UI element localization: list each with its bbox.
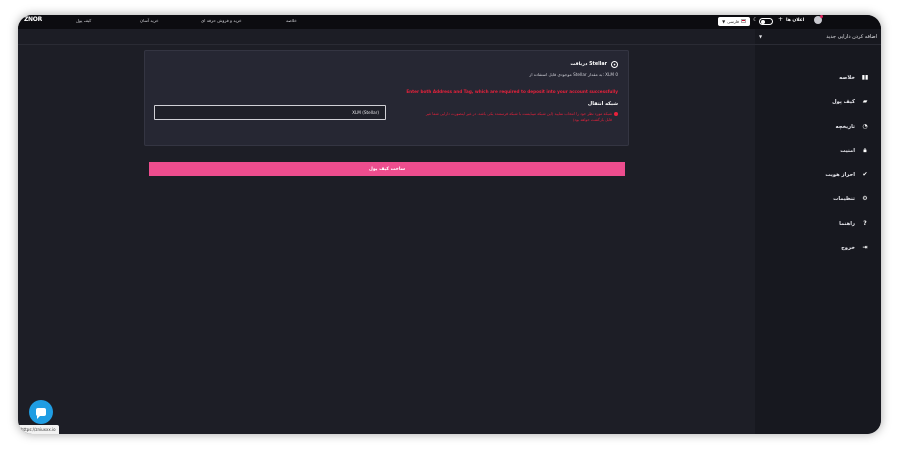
alert-icon xyxy=(614,112,618,116)
chevron-down-icon: ▼ xyxy=(759,34,763,39)
lock-icon: 🔒︎ xyxy=(863,147,867,154)
sidebar-item-security[interactable]: امنیت 🔒︎ xyxy=(840,147,869,155)
wallet-icon: ▰ xyxy=(862,98,868,105)
sidebar-item-verification[interactable]: احراز هویت ✔ xyxy=(825,171,869,178)
logout-icon: ⇥ xyxy=(862,244,868,251)
create-wallet-button[interactable]: ساخت کیف پول xyxy=(149,162,625,176)
plus-icon[interactable]: + xyxy=(778,16,783,23)
sidebar-item-settings[interactable]: تنظیمات ⚙ xyxy=(833,195,869,202)
sidebar-item-label: احراز هویت xyxy=(825,171,855,178)
language-label: فارسی xyxy=(727,18,739,24)
history-icon: ◔ xyxy=(862,123,868,130)
stellar-icon: ✦ xyxy=(611,61,618,68)
theme-toggle[interactable] xyxy=(759,18,773,25)
add-asset-dropdown[interactable]: ▼ اضافه کردن دارایی جدید xyxy=(755,29,881,45)
sidebar-item-help[interactable]: راهنما ? xyxy=(839,220,869,227)
tag-warning: Enter both Address and Tag, which are re… xyxy=(406,89,618,94)
sidebar-item-label: خروج xyxy=(841,244,855,251)
sidebar-item-label: امنیت xyxy=(840,148,855,154)
sidebar-item-wallet[interactable]: کیف پول ▰ xyxy=(832,98,869,105)
nav-summary[interactable]: خلاصه xyxy=(286,18,297,23)
sidebar-item-label: تاریخچه xyxy=(835,123,855,130)
app-window: ZNOR کیف پول خرید آسان خرید و فروش حرفه … xyxy=(18,15,881,434)
sidebar: ▼ اضافه کردن دارایی جدید خلاصه ▮▮ کیف پو… xyxy=(755,29,881,434)
logo[interactable]: ZNOR xyxy=(24,16,42,23)
sidebar-item-label: تنظیمات xyxy=(833,195,855,202)
sidebar-item-summary[interactable]: خلاصه ▮▮ xyxy=(839,74,869,81)
help-icon: ? xyxy=(863,220,867,227)
sidebar-item-logout[interactable]: خروج ⇥ xyxy=(841,244,869,251)
top-navbar: ZNOR کیف پول خرید آسان خرید و فروش حرفه … xyxy=(18,15,881,29)
notifications-label[interactable]: اعلان ها xyxy=(786,18,804,23)
language-selector[interactable]: ▼ فارسی xyxy=(718,16,750,26)
network-warning: شبکه مورد نظر خود را انتخاب نمایید (این … xyxy=(418,111,618,123)
verified-icon: ✔ xyxy=(862,171,868,178)
nav-easy-buy[interactable]: خرید آسان xyxy=(140,18,159,23)
chat-icon xyxy=(36,408,46,419)
network-select[interactable]: XLM (Stellar) xyxy=(154,105,386,120)
gear-icon: ⚙ xyxy=(862,195,868,202)
chevron-down-icon: ▼ xyxy=(722,18,726,24)
card-header: دریافت Stellar ✦ xyxy=(570,61,618,68)
add-asset-label: اضافه کردن دارایی جدید xyxy=(826,33,877,40)
nav-pro-trade[interactable]: خرید و فروش حرفه ای xyxy=(201,18,242,23)
available-balance: موجودی قابل استفاده از Stellar به مقدار:… xyxy=(529,72,618,77)
sidebar-item-label: راهنما xyxy=(839,220,855,227)
moon-icon: ☾ xyxy=(753,17,758,23)
nav-wallet[interactable]: کیف پول xyxy=(76,18,91,23)
network-title: شبکه انتقال xyxy=(587,101,618,107)
chat-button[interactable] xyxy=(29,400,53,424)
sub-header xyxy=(18,29,881,45)
network-warning-text: شبکه مورد نظر خود را انتخاب نمایید (این … xyxy=(425,111,612,123)
deposit-card: دریافت Stellar ✦ موجودی قابل استفاده از … xyxy=(144,50,629,146)
card-title: دریافت Stellar xyxy=(570,62,607,67)
avatar[interactable] xyxy=(814,15,823,24)
flag-icon xyxy=(740,19,746,23)
bar-chart-icon: ▮▮ xyxy=(861,74,869,81)
sidebar-item-history[interactable]: تاریخچه ◔ xyxy=(836,123,869,130)
sidebar-item-label: کیف پول xyxy=(832,98,855,105)
sidebar-item-label: خلاصه xyxy=(839,74,855,81)
status-url: https://zniuxxx.io xyxy=(18,425,59,434)
